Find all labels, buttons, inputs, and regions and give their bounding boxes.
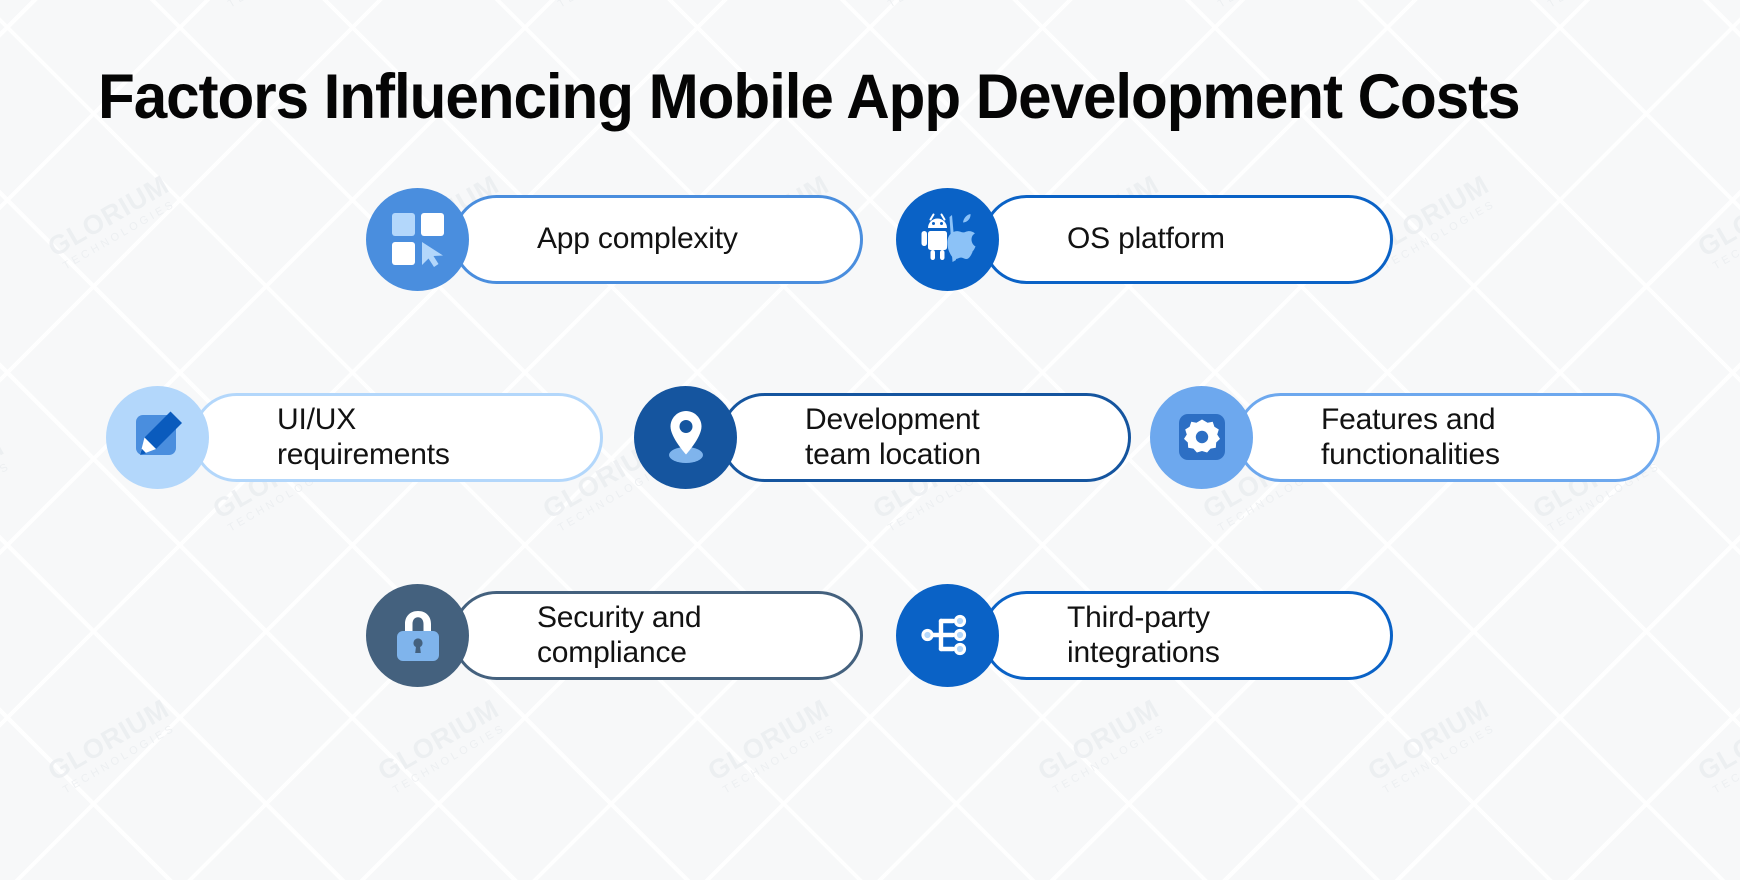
icon-circle-os-platform (896, 187, 999, 291)
card-os-platform[interactable]: OS platform (896, 187, 1393, 291)
icon-circle-uiux (106, 385, 209, 489)
card-pill-uiux: UI/UX requirements (192, 392, 603, 482)
card-label-dev-location: Development team location (723, 402, 1007, 472)
grid-cursor-icon (391, 213, 444, 267)
pencil-edit-icon (135, 411, 182, 455)
card-label-line2: functionalities (1321, 438, 1500, 471)
map-pin-person-icon (668, 411, 703, 463)
page-title: Factors Influencing Mobile App Developme… (98, 62, 1521, 132)
card-label-uiux: UI/UX requirements (195, 402, 476, 472)
icon-circle-dev-location (634, 385, 737, 489)
lock-icon (396, 611, 439, 661)
gear-icon (1178, 414, 1225, 460)
card-pill-os-platform: OS platform (982, 194, 1393, 284)
card-label-line1: Features and (1321, 402, 1496, 436)
card-pill-integrations: Third-party integrations (982, 590, 1393, 680)
card-label-line2: team location (805, 438, 981, 471)
card-label-line2: integrations (1067, 636, 1220, 669)
android-apple-icon (921, 213, 975, 262)
icon-circle-features (1150, 385, 1253, 489)
card-label-app-complexity: App complexity (455, 221, 764, 256)
card-dev-location[interactable]: Development team location (634, 385, 1131, 489)
card-label-line1: Development (805, 402, 980, 436)
card-label-line2: requirements (277, 438, 450, 471)
card-security[interactable]: Security and compliance (366, 583, 863, 687)
icon-circle-integrations (896, 583, 999, 687)
card-app-complexity[interactable]: App complexity (366, 187, 863, 291)
card-label-line1: Security and (537, 600, 702, 634)
card-label-line1: Third-party (1067, 600, 1210, 634)
card-integrations[interactable]: Third-party integrations (896, 583, 1393, 687)
card-uiux[interactable]: UI/UX requirements (106, 385, 603, 489)
card-pill-security: Security and compliance (452, 590, 863, 680)
node-network-icon (920, 614, 966, 656)
icon-circle-app-complexity (366, 187, 469, 291)
card-label-line1: OS platform (1067, 222, 1225, 256)
card-label-integrations: Third-party integrations (985, 600, 1246, 670)
infographic-stage: Factors Influencing Mobile App Developme… (0, 0, 1740, 880)
card-label-line2: compliance (537, 636, 687, 669)
card-pill-features: Features and functionalities (1236, 392, 1660, 482)
card-pill-dev-location: Development team location (720, 392, 1131, 482)
card-label-features: Features and functionalities (1239, 402, 1526, 472)
card-label-os-platform: OS platform (985, 221, 1251, 256)
card-label-security: Security and compliance (455, 600, 727, 670)
icon-circle-security (366, 583, 469, 687)
card-label-line1: UI/UX (277, 402, 357, 436)
card-label-line1: App complexity (537, 222, 738, 256)
card-features[interactable]: Features and functionalities (1150, 385, 1660, 489)
card-pill-app-complexity: App complexity (452, 194, 863, 284)
